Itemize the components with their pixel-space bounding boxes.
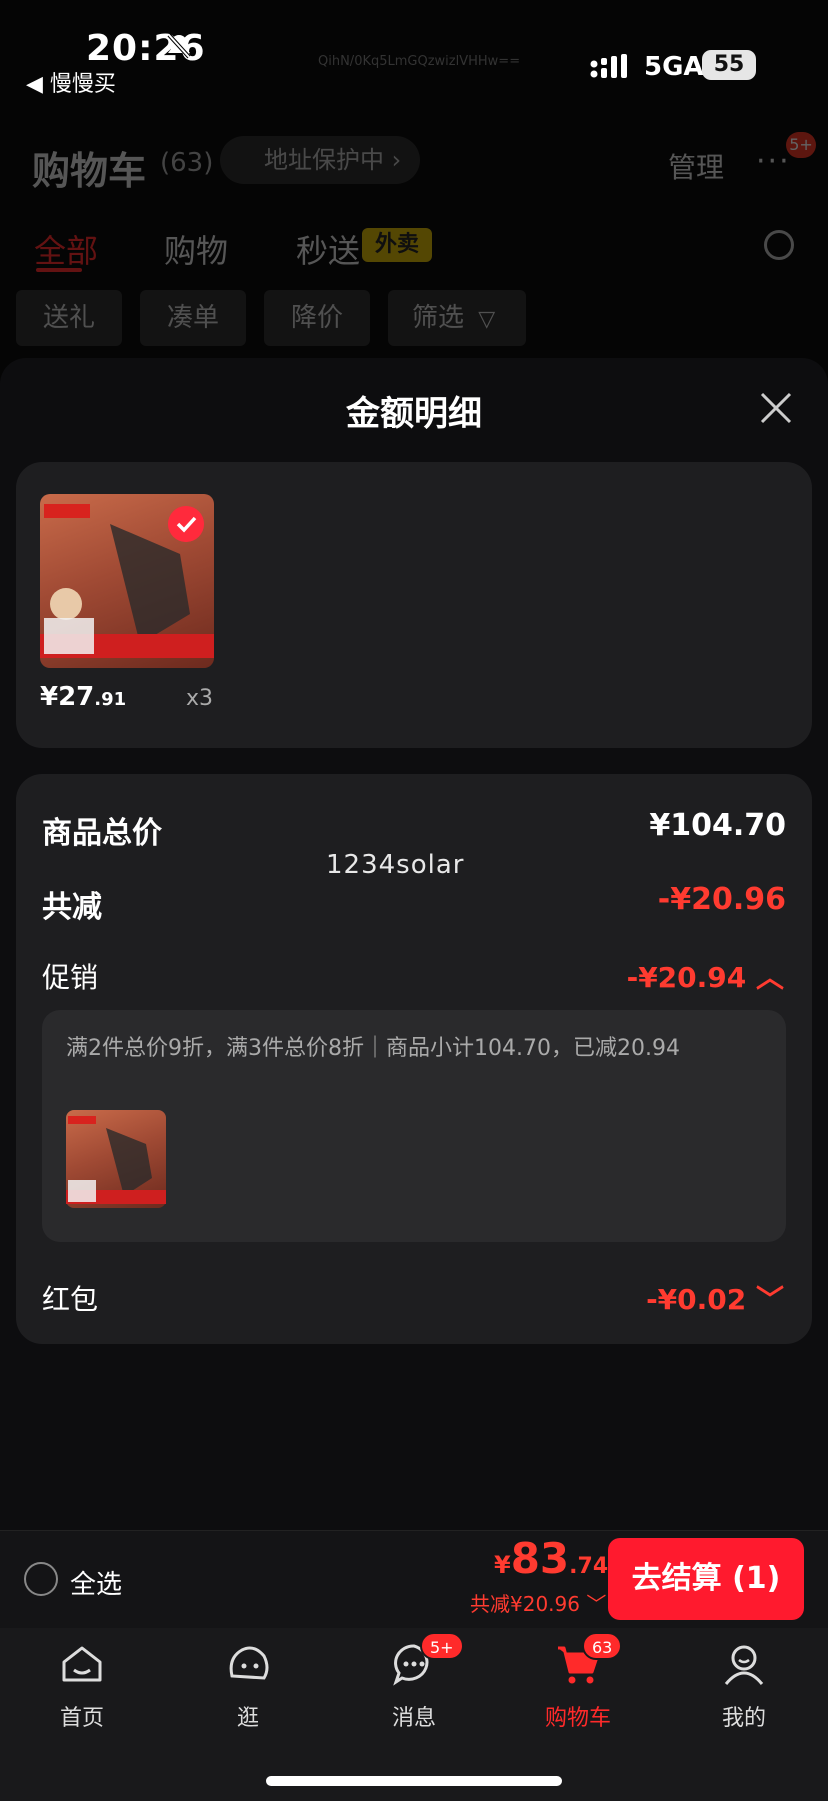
total-currency: ¥: [494, 1551, 511, 1579]
checkout-discount[interactable]: 共减¥20.96 ﹀: [470, 1588, 606, 1617]
product-quantity: x3: [186, 686, 214, 711]
sheet-title: 金额明细: [346, 394, 482, 434]
total-reduction-value: -¥20.96: [657, 882, 786, 917]
tab-miaosong[interactable]: 秒送: [296, 226, 360, 272]
mute-bell-icon: [167, 33, 191, 59]
tabbar-label: 逛: [236, 1706, 259, 1731]
price-integer: ¥27: [40, 682, 95, 712]
filter-gift[interactable]: 送礼: [16, 290, 122, 346]
search-icon[interactable]: [764, 230, 794, 260]
waimai-badge: 外卖: [362, 228, 432, 262]
tabbar-home[interactable]: 首页: [22, 1640, 142, 1732]
promotion-product-thumbnail: [66, 1110, 166, 1208]
total-price-value: ¥104.70: [649, 808, 786, 843]
cart-count: (63): [160, 148, 214, 178]
more-icon[interactable]: ···: [756, 144, 791, 179]
tab-underline: [36, 268, 82, 272]
signal-icon: [590, 54, 627, 78]
cart-badge: 63: [582, 1632, 623, 1660]
manage-button[interactable]: 管理: [668, 146, 724, 186]
total-integer: 83: [510, 1534, 570, 1583]
funnel-icon: ▽: [478, 307, 496, 332]
checkout-total: ¥83.74: [494, 1534, 608, 1583]
browse-face-icon: [229, 1646, 269, 1680]
watermark-text: QihN/0Kq5LmGQzwizlVHHw==: [318, 54, 521, 69]
messages-badge: 5+: [420, 1632, 464, 1660]
tabbar-label: 购物车: [544, 1706, 611, 1731]
address-protect-button[interactable]: 地址保护中 ›: [220, 136, 420, 184]
tabbar-label: 我的: [721, 1706, 766, 1731]
tabbar-me[interactable]: 我的: [684, 1640, 804, 1732]
total-price-label: 商品总价: [42, 816, 162, 851]
profile-icon: [724, 1645, 764, 1685]
home-indicator[interactable]: [266, 1776, 562, 1786]
battery-indicator: 55: [702, 50, 756, 80]
close-icon[interactable]: [756, 388, 796, 428]
promotion-description: 满2件总价9折，满3件总价8折｜商品小计104.70，已减20.94: [66, 1036, 680, 1061]
promotion-label: 促销: [42, 961, 99, 994]
red-packet-toggle[interactable]: -¥0.02 ﹀: [646, 1278, 784, 1318]
status-bar: 20:26 ◀ 慢慢买 QihN/0Kq5LmGQzwizlVHHw== 5GA…: [0, 0, 828, 100]
more-badge: 5+: [786, 132, 816, 158]
tabbar-label: 消息: [391, 1706, 436, 1731]
back-to-app-link[interactable]: ◀ 慢慢买: [26, 66, 116, 98]
total-reduction-label: 共减: [42, 890, 102, 925]
home-icon: [62, 1646, 102, 1682]
page-title: 购物车: [32, 149, 147, 193]
filter-label: 筛选: [412, 303, 465, 333]
select-all-label[interactable]: 全选: [70, 1564, 122, 1601]
tabbar-browse[interactable]: 逛: [188, 1640, 308, 1732]
tabbar-cart[interactable]: 购物车: [518, 1640, 638, 1732]
product-price: ¥27.91: [40, 682, 126, 712]
network-type: 5GA: [644, 52, 704, 82]
filter-button[interactable]: 筛选 ▽: [388, 290, 526, 346]
watermark-text: 1234solar: [326, 850, 465, 880]
tab-all[interactable]: 全部: [34, 226, 98, 272]
red-packet-label: 红包: [42, 1283, 99, 1316]
tab-shopping[interactable]: 购物: [164, 226, 228, 272]
price-decimal: .91: [94, 689, 127, 710]
checkout-button[interactable]: 去结算 (1): [608, 1538, 804, 1620]
select-all-radio[interactable]: [24, 1562, 58, 1596]
filter-price-drop[interactable]: 降价: [264, 290, 370, 346]
total-decimal: .74: [569, 1554, 609, 1579]
tabbar-label: 首页: [59, 1706, 104, 1731]
promotion-toggle[interactable]: -¥20.94 ︿: [627, 956, 784, 996]
selected-check-icon[interactable]: [168, 506, 204, 542]
filter-coudan[interactable]: 凑单: [140, 290, 246, 346]
